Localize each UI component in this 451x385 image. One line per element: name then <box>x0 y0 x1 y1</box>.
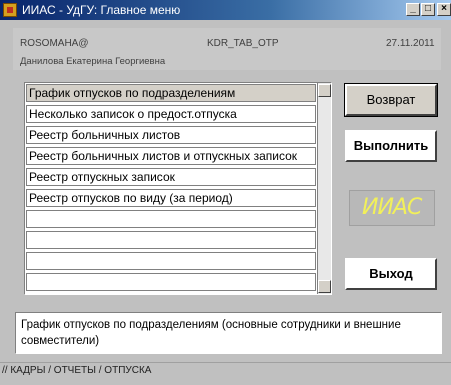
iias-logo: ИИАС <box>349 190 435 226</box>
minimize-button[interactable]: _ <box>406 3 420 16</box>
exit-button[interactable]: Выход <box>345 258 437 290</box>
list-item[interactable]: Реестр больничных листов и отпускных зап… <box>26 147 316 165</box>
list-scrollbar[interactable] <box>317 83 331 294</box>
list-item[interactable]: Реестр больничных листов <box>26 126 316 144</box>
app-icon <box>3 3 17 17</box>
item-description: График отпусков по подразделениям (основ… <box>15 312 442 354</box>
logo-text: ИИАС <box>362 195 422 220</box>
list-item[interactable] <box>26 210 316 228</box>
user-login: ROSOMAHA@ <box>20 38 89 49</box>
form-code: KDR_TAB_OTP <box>207 38 279 49</box>
back-button[interactable]: Возврат <box>344 83 438 117</box>
list-item[interactable] <box>26 273 316 291</box>
list-item[interactable]: Несколько записок о предост.отпуска <box>26 105 316 123</box>
user-full-name: Данилова Екатерина Георгиевна <box>20 56 166 67</box>
close-button[interactable]: × <box>437 3 451 16</box>
breadcrumb: // КАДРЫ / ОТЧЕТЫ / ОТПУСКА <box>2 365 152 376</box>
title-bar: ИИАС - УдГУ: Главное меню _ □ × <box>0 0 451 20</box>
maximize-button[interactable]: □ <box>421 3 435 16</box>
list-item[interactable]: График отпусков по подразделениям <box>26 84 316 102</box>
status-bar: // КАДРЫ / ОТЧЕТЫ / ОТПУСКА <box>0 362 451 383</box>
list-item[interactable]: Реестр отпускных записок <box>26 168 316 186</box>
menu-list: График отпусков по подразделениям Нескол… <box>24 82 332 295</box>
window-title: ИИАС - УдГУ: Главное меню <box>22 3 181 17</box>
scroll-up-button[interactable] <box>318 84 331 97</box>
run-button[interactable]: Выполнить <box>345 130 437 162</box>
scroll-down-button[interactable] <box>318 280 331 293</box>
user-info-panel: ROSOMAHA@ KDR_TAB_OTP 27.11.2011 Данилов… <box>13 28 441 70</box>
list-item[interactable] <box>26 231 316 249</box>
current-date: 27.11.2011 <box>386 38 435 49</box>
list-item[interactable]: Реестр отпусков по виду (за период) <box>26 189 316 207</box>
list-item[interactable] <box>26 252 316 270</box>
